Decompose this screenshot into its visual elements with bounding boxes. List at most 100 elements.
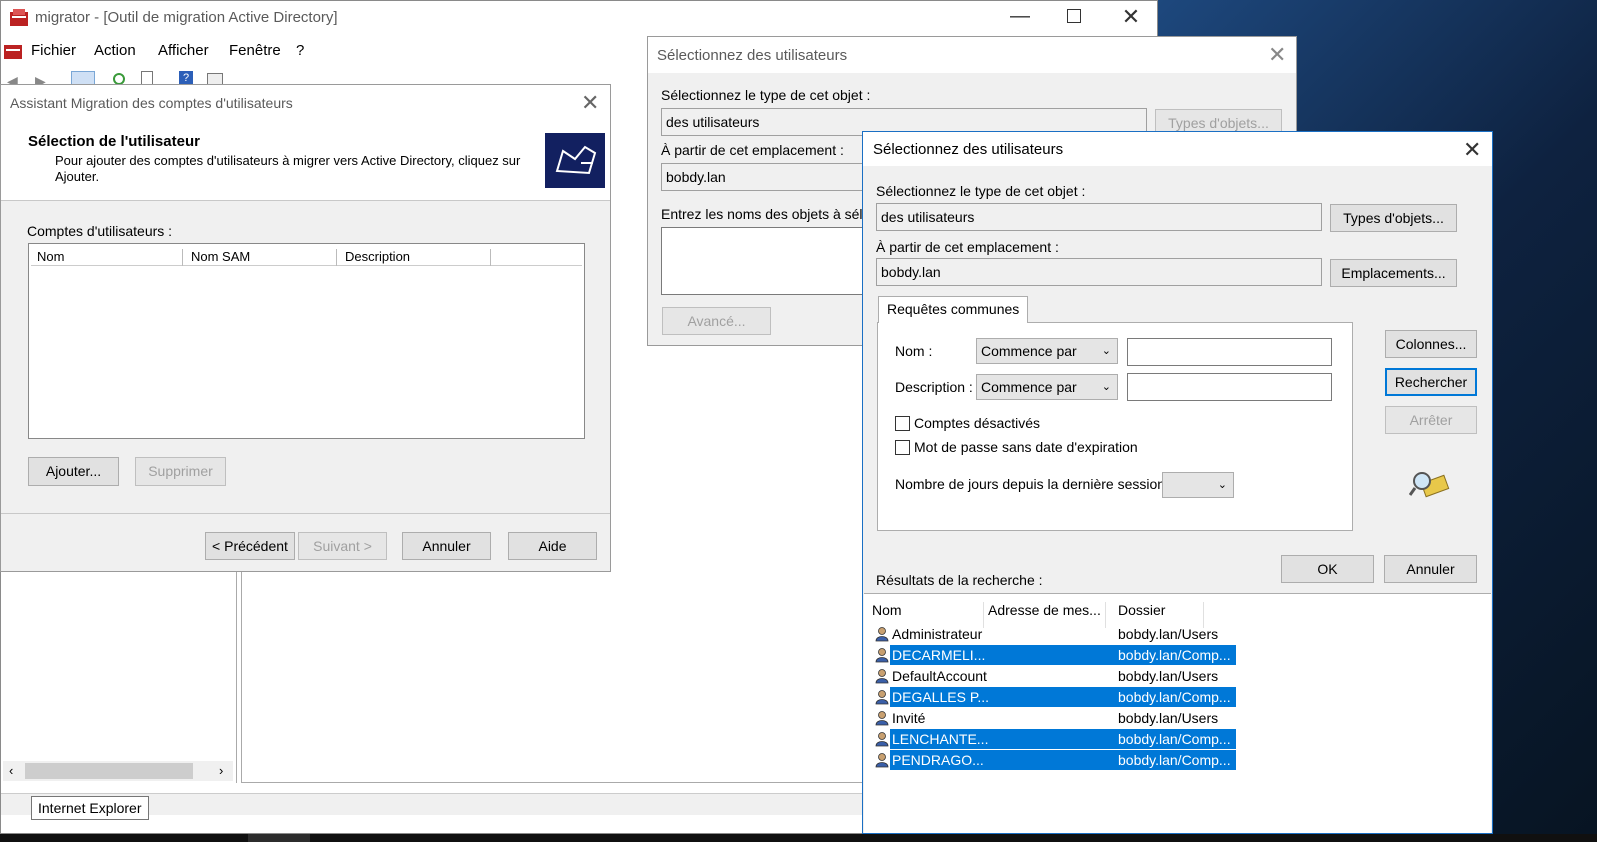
location-field: bobdy.lan xyxy=(876,258,1322,286)
search-button[interactable]: Rechercher xyxy=(1385,368,1477,396)
description-mode-select[interactable]: Commence par ⌄ xyxy=(976,374,1118,400)
advanced-button[interactable]: Avancé... xyxy=(662,307,771,335)
row-folder: bobdy.lan/Users xyxy=(1118,668,1219,684)
add-button[interactable]: Ajouter... xyxy=(28,457,119,486)
tab-requetes-communes[interactable]: Requêtes communes xyxy=(878,296,1029,323)
row-folder: bobdy.lan/Comp... xyxy=(1118,752,1231,768)
column-nom-sam[interactable]: Nom SAM xyxy=(191,249,337,266)
window-title: migrator - [Outil de migration Active Di… xyxy=(35,9,338,26)
user-icon xyxy=(875,690,889,705)
table-row[interactable]: DEGALLES P... bobdy.lan/Comp... xyxy=(868,687,1238,707)
wizard-separator xyxy=(1,513,610,514)
scroll-left-arrow[interactable]: ‹ xyxy=(9,763,13,778)
location-field: bobdy.lan xyxy=(661,163,881,191)
minimize-button[interactable]: — xyxy=(1005,5,1035,29)
dialog-cancel-button[interactable]: Annuler xyxy=(1384,555,1477,583)
scope-pane-scrollbar[interactable]: ‹ › xyxy=(3,761,233,781)
results-header: Nom Adresse de mes... Dossier xyxy=(864,594,1234,628)
scroll-thumb[interactable] xyxy=(25,763,193,779)
row-folder: bobdy.lan/Users xyxy=(1118,626,1219,642)
results-label: Résultats de la recherche : xyxy=(876,572,1043,588)
object-types-button[interactable]: Types d'objets... xyxy=(1330,204,1457,232)
table-row[interactable]: Invité bobdy.lan/Users xyxy=(868,708,1238,728)
taskbar-button[interactable] xyxy=(248,834,310,842)
name-input[interactable] xyxy=(1127,338,1332,366)
days-since-login-select[interactable]: ⌄ xyxy=(1162,472,1234,498)
wizard-description-line2: Ajouter. xyxy=(55,169,100,184)
menu-fenetre[interactable]: Fenêtre xyxy=(229,42,281,59)
column-description[interactable]: Description xyxy=(345,249,491,266)
name-mode-value: Commence par xyxy=(981,343,1077,359)
search-magnifier-icon xyxy=(1408,467,1451,501)
table-row[interactable]: LENCHANTE... bobdy.lan/Comp... xyxy=(868,729,1238,749)
user-accounts-list[interactable]: Nom Nom SAM Description xyxy=(28,243,585,439)
object-type-label: Sélectionnez le type de cet objet : xyxy=(876,183,1086,199)
export-icon[interactable] xyxy=(141,71,153,85)
row-folder: bobdy.lan/Comp... xyxy=(1118,647,1231,663)
console-tree-icon[interactable] xyxy=(71,71,95,85)
wizard-close-button[interactable]: ✕ xyxy=(581,92,599,114)
wizard-description-line1: Pour ajouter des comptes d'utilisateurs … xyxy=(55,153,521,168)
user-icon xyxy=(875,648,889,663)
row-name: DefaultAccount xyxy=(892,668,987,684)
dialog-title: Sélectionnez des utilisateurs xyxy=(657,47,848,64)
names-input[interactable] xyxy=(661,227,871,295)
description-input[interactable] xyxy=(1127,373,1332,401)
table-row[interactable]: Administrateur bobdy.lan/Users xyxy=(868,624,1238,644)
maximize-button[interactable] xyxy=(1067,9,1081,23)
table-row[interactable]: PENDRAGO... bobdy.lan/Comp... xyxy=(868,750,1238,770)
dialog-close-button[interactable]: ✕ xyxy=(1268,44,1286,66)
user-icon xyxy=(875,669,889,684)
wizard-title: Assistant Migration des comptes d'utilis… xyxy=(10,95,293,111)
chevron-down-icon: ⌄ xyxy=(1101,381,1111,393)
table-row[interactable]: DECARMELI... bobdy.lan/Comp... xyxy=(868,645,1238,665)
row-name: DEGALLES P... xyxy=(892,689,990,705)
row-name: PENDRAGO... xyxy=(892,752,984,768)
description-mode-value: Commence par xyxy=(981,379,1077,395)
remove-button[interactable]: Supprimer xyxy=(135,457,226,486)
name-mode-select[interactable]: Commence par ⌄ xyxy=(976,338,1118,364)
wizard-header: Assistant Migration des comptes d'utilis… xyxy=(1,85,610,201)
row-folder: bobdy.lan/Comp... xyxy=(1118,731,1231,747)
columns-button[interactable]: Colonnes... xyxy=(1385,330,1477,358)
ok-button[interactable]: OK xyxy=(1281,555,1374,583)
object-type-field: des utilisateurs xyxy=(876,203,1322,231)
result-pane xyxy=(241,571,865,783)
scroll-right-arrow[interactable]: › xyxy=(219,763,223,778)
days-since-login-label: Nombre de jours depuis la dernière sessi… xyxy=(895,476,1173,492)
dialog-close-button[interactable]: ✕ xyxy=(1463,139,1481,161)
menu-action[interactable]: Action xyxy=(94,42,136,59)
tab-panel: Nom : Commence par ⌄ Description : Comme… xyxy=(877,322,1353,531)
app-icon xyxy=(9,8,29,28)
locations-button[interactable]: Emplacements... xyxy=(1330,259,1457,287)
names-label: Entrez les noms des objets à sélect xyxy=(661,206,882,222)
row-name: LENCHANTE... xyxy=(892,731,989,747)
row-name: Invité xyxy=(892,710,926,726)
stop-button[interactable]: Arrêter xyxy=(1385,406,1477,434)
row-folder: bobdy.lan/Comp... xyxy=(1118,689,1231,705)
user-icon xyxy=(875,627,889,642)
row-name: DECARMELI... xyxy=(892,647,986,663)
column-nom[interactable]: Nom xyxy=(37,249,183,266)
menu-fichier[interactable]: Fichier xyxy=(31,42,76,59)
help-icon[interactable]: ? xyxy=(179,71,193,85)
taskbar-tooltip: Internet Explorer xyxy=(31,796,149,820)
no-expire-password-checkbox[interactable] xyxy=(895,440,910,455)
wizard-banner-icon xyxy=(545,133,605,188)
disabled-accounts-label: Comptes désactivés xyxy=(914,415,1041,431)
taskbar xyxy=(0,834,1597,842)
wizard-help-button[interactable]: Aide xyxy=(508,532,597,560)
back-button[interactable]: < Précédent xyxy=(205,532,295,560)
disabled-accounts-checkbox[interactable] xyxy=(895,416,910,431)
dialog-titlebar: Sélectionnez des utilisateurs ✕ xyxy=(648,37,1296,73)
window-close-button[interactable]: ✕ xyxy=(1119,5,1143,29)
list-header: Nom Nom SAM Description xyxy=(31,246,582,266)
dialog-titlebar: Sélectionnez des utilisateurs ✕ xyxy=(863,132,1492,166)
menu-afficher[interactable]: Afficher xyxy=(158,42,209,59)
wizard-dialog: Assistant Migration des comptes d'utilis… xyxy=(0,84,611,572)
menu-help[interactable]: ? xyxy=(296,42,304,59)
table-row[interactable]: DefaultAccount bobdy.lan/Users xyxy=(868,666,1238,686)
wizard-cancel-button[interactable]: Annuler xyxy=(402,532,491,560)
chevron-down-icon: ⌄ xyxy=(1217,479,1227,491)
next-button[interactable]: Suivant > xyxy=(298,532,387,560)
